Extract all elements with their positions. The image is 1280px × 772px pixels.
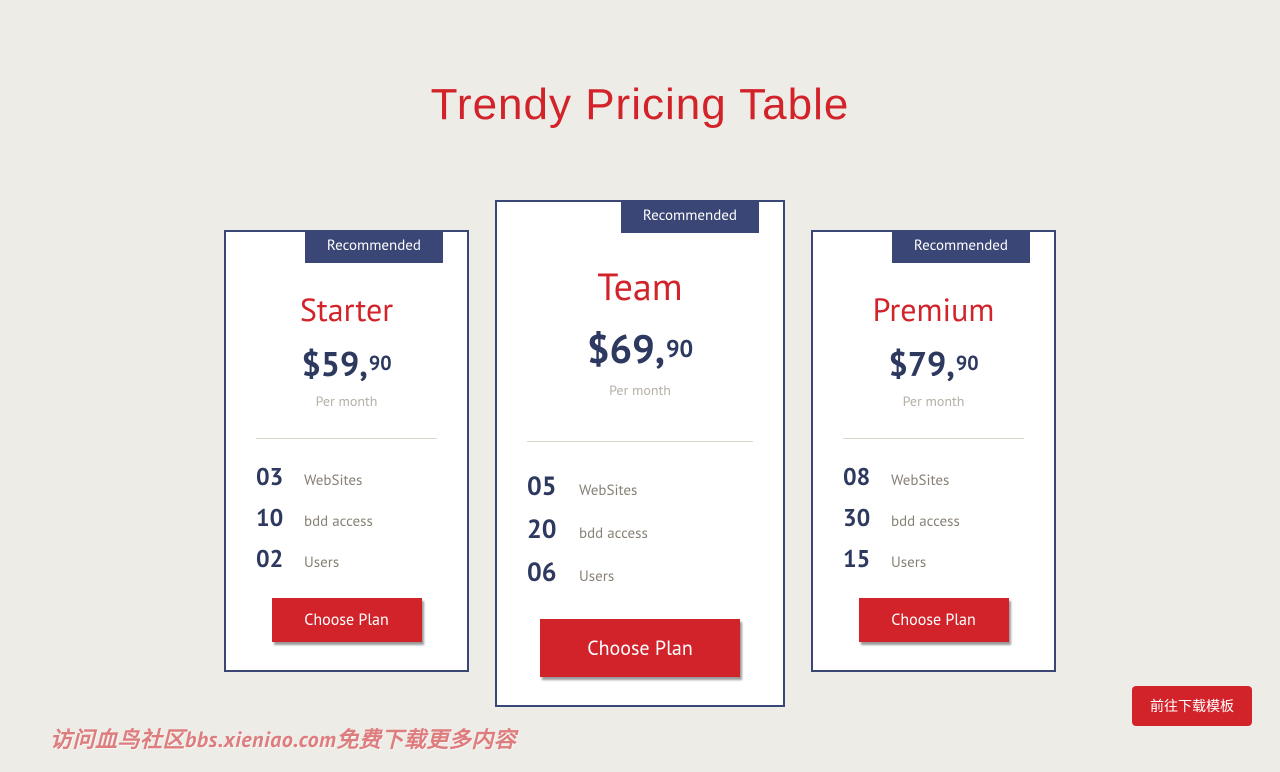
download-template-button[interactable]: 前往下载模板 bbox=[1132, 686, 1252, 726]
feature-label: WebSites bbox=[579, 481, 637, 500]
recommended-badge: Recommended bbox=[305, 230, 443, 263]
plan-price: $79,90 bbox=[843, 342, 1024, 386]
feature-label: Users bbox=[304, 553, 339, 572]
plan-name: Team bbox=[527, 262, 753, 311]
plan-starter: Recommended Starter $59,90 Per month 03 … bbox=[224, 230, 469, 672]
feature-row: 10 bdd access bbox=[256, 502, 437, 533]
feature-count: 30 bbox=[843, 502, 877, 533]
feature-label: bdd access bbox=[891, 512, 960, 531]
pricing-row: Recommended Starter $59,90 Per month 03 … bbox=[0, 200, 1280, 707]
feature-row: 08 WebSites bbox=[843, 461, 1024, 492]
price-main: 69, bbox=[610, 323, 665, 375]
page-title: Trendy Pricing Table bbox=[0, 80, 1280, 130]
feature-row: 02 Users bbox=[256, 543, 437, 574]
price-main: 59, bbox=[321, 342, 368, 386]
feature-count: 10 bbox=[256, 502, 290, 533]
divider bbox=[843, 438, 1024, 439]
feature-count: 05 bbox=[527, 470, 565, 503]
feature-count: 03 bbox=[256, 461, 290, 492]
watermark-text: 访问血鸟社区bbs.xieniao.com免费下载更多内容 bbox=[50, 722, 516, 754]
plan-team: Recommended Team $69,90 Per month 05 Web… bbox=[495, 200, 785, 707]
period-label: Per month bbox=[527, 381, 753, 399]
plan-premium: Recommended Premium $79,90 Per month 08 … bbox=[811, 230, 1056, 672]
feature-row: 15 Users bbox=[843, 543, 1024, 574]
divider bbox=[527, 441, 753, 442]
price-cents: 90 bbox=[369, 350, 392, 376]
choose-plan-button[interactable]: Choose Plan bbox=[540, 619, 740, 677]
feature-label: Users bbox=[891, 553, 926, 572]
feature-count: 20 bbox=[527, 513, 565, 546]
feature-row: 20 bdd access bbox=[527, 513, 753, 546]
feature-label: WebSites bbox=[304, 471, 362, 490]
feature-label: WebSites bbox=[891, 471, 949, 490]
price-cents: 90 bbox=[956, 350, 979, 376]
period-label: Per month bbox=[256, 392, 437, 410]
feature-row: 06 Users bbox=[527, 556, 753, 589]
currency-symbol: $ bbox=[587, 323, 610, 375]
plan-name: Starter bbox=[256, 288, 437, 330]
feature-row: 03 WebSites bbox=[256, 461, 437, 492]
feature-label: Users bbox=[579, 567, 614, 586]
currency-symbol: $ bbox=[888, 342, 907, 386]
choose-plan-button[interactable]: Choose Plan bbox=[272, 598, 422, 642]
plan-price: $59,90 bbox=[256, 342, 437, 386]
plan-price: $69,90 bbox=[527, 323, 753, 375]
feature-count: 06 bbox=[527, 556, 565, 589]
feature-count: 15 bbox=[843, 543, 877, 574]
choose-plan-button[interactable]: Choose Plan bbox=[859, 598, 1009, 642]
feature-count: 08 bbox=[843, 461, 877, 492]
feature-row: 30 bdd access bbox=[843, 502, 1024, 533]
price-main: 79, bbox=[908, 342, 955, 386]
currency-symbol: $ bbox=[301, 342, 320, 386]
recommended-badge: Recommended bbox=[621, 200, 759, 233]
period-label: Per month bbox=[843, 392, 1024, 410]
price-cents: 90 bbox=[666, 333, 693, 364]
recommended-badge: Recommended bbox=[892, 230, 1030, 263]
feature-label: bdd access bbox=[304, 512, 373, 531]
feature-label: bdd access bbox=[579, 524, 648, 543]
plan-name: Premium bbox=[843, 288, 1024, 330]
divider bbox=[256, 438, 437, 439]
feature-row: 05 WebSites bbox=[527, 470, 753, 503]
feature-count: 02 bbox=[256, 543, 290, 574]
